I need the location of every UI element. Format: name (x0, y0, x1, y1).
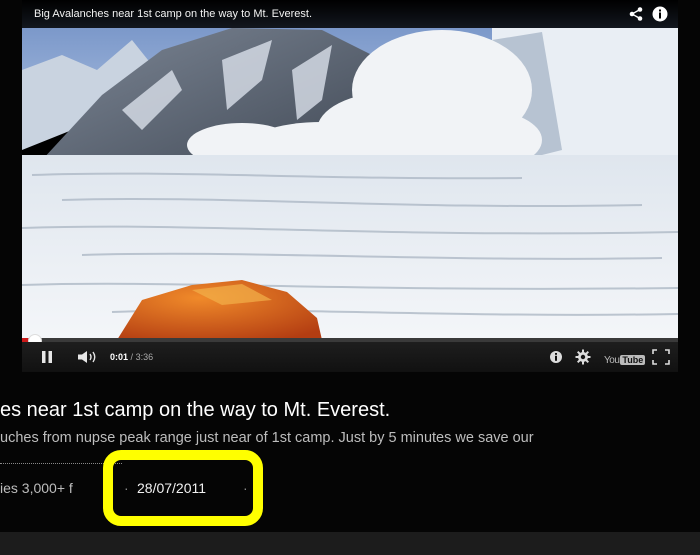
title-bar: Big Avalanches near 1st camp on the way … (22, 0, 678, 28)
video-description: uches from nupse peak range just near of… (0, 430, 534, 446)
youtube-logo-box: Tube (620, 355, 646, 365)
meta-trailing-text: o (253, 480, 261, 496)
video-title[interactable]: Big Avalanches near 1st camp on the way … (34, 8, 312, 20)
time-current: 0:01 (110, 352, 129, 362)
control-bar: 0:01 / 3:36 You Tube (22, 342, 678, 372)
annotations-icon[interactable] (549, 350, 563, 364)
share-icon[interactable] (628, 6, 644, 22)
video-info: es near 1st camp on the way to Mt. Evere… (0, 372, 700, 532)
upload-date: 28/07/2011 (137, 480, 207, 496)
video-heading[interactable]: es near 1st camp on the way to Mt. Evere… (0, 399, 390, 422)
time-total: 3:36 (135, 352, 154, 362)
meta-separator: · (243, 480, 248, 496)
fullscreen-icon[interactable] (652, 349, 670, 365)
youtube-logo[interactable]: You Tube (604, 350, 646, 366)
volume-icon[interactable] (77, 350, 99, 364)
gear-icon[interactable] (575, 349, 591, 365)
youtube-logo-text: You (604, 355, 620, 366)
video-player[interactable]: Big Avalanches near 1st camp on the way … (22, 0, 678, 372)
bottom-bar (0, 532, 700, 555)
video-frame[interactable] (22, 0, 678, 340)
meta-separator: · (124, 480, 129, 496)
view-count: ies 3,000+ f (0, 480, 73, 496)
description-divider (0, 463, 122, 464)
info-icon[interactable] (652, 6, 668, 22)
time-separator: / (130, 352, 134, 362)
pause-button[interactable] (40, 350, 54, 364)
time-display: 0:01 / 3:36 (110, 352, 153, 362)
